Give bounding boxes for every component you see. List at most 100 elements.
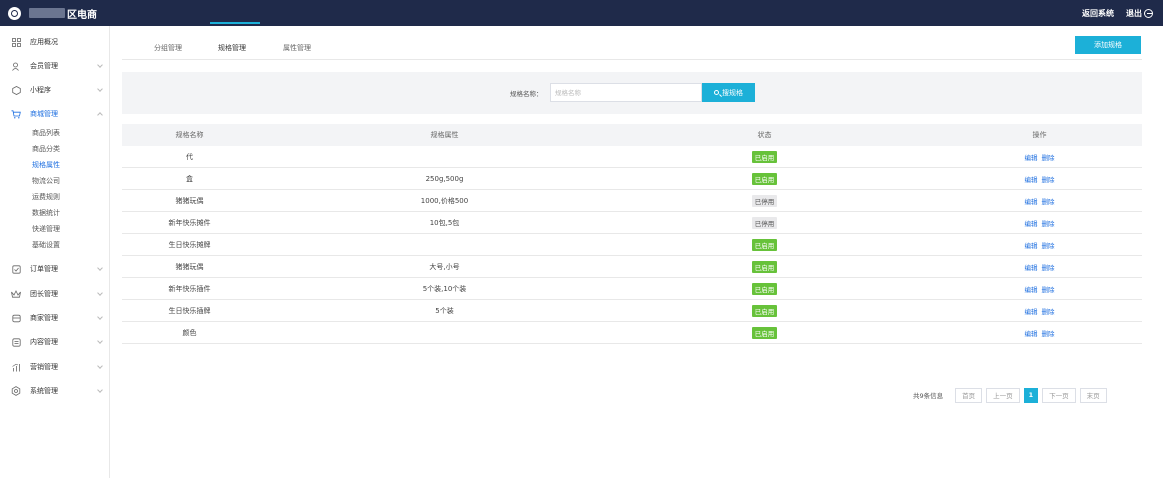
edit-link[interactable]: 编辑 bbox=[1025, 262, 1038, 272]
table-row: 新年快乐插件 5个装,10个装 已启用 编辑 删除 bbox=[122, 278, 1142, 300]
delete-link[interactable]: 删除 bbox=[1042, 240, 1055, 250]
search-button-label: 搜规格 bbox=[722, 88, 743, 97]
return-system-link[interactable]: 返回系统 bbox=[1082, 8, 1114, 19]
submenu-item[interactable]: 物流公司 bbox=[32, 176, 60, 186]
sidebar-item-marketing[interactable]: 营销管理 bbox=[0, 356, 110, 378]
actions-cell: 编辑 删除 bbox=[952, 190, 1127, 211]
status-cell: 已停用 bbox=[677, 212, 852, 233]
edit-link[interactable]: 编辑 bbox=[1025, 196, 1038, 206]
spec-name-cell: 新年快乐插件 bbox=[168, 284, 211, 293]
status-badge: 已启用 bbox=[751, 238, 778, 251]
table-row: 生日快乐插牌 5个装 已启用 编辑 删除 bbox=[122, 300, 1142, 322]
delete-link[interactable]: 删除 bbox=[1042, 196, 1055, 206]
delete-link[interactable]: 删除 bbox=[1042, 328, 1055, 338]
tab-spec-management[interactable]: 规格管理 bbox=[218, 43, 246, 53]
actions-cell: 编辑 删除 bbox=[952, 278, 1127, 299]
next-page-button[interactable]: 下一页 bbox=[1042, 387, 1076, 403]
first-page-button[interactable]: 首页 bbox=[955, 387, 983, 403]
submenu-item[interactable]: 商品分类 bbox=[32, 144, 60, 154]
submenu-item-active[interactable]: 规格属性 bbox=[32, 160, 60, 170]
table-row: 猪猪玩偶 1000,价格500 已停用 编辑 删除 bbox=[122, 190, 1142, 212]
total-count: 共9条信息 bbox=[913, 392, 944, 400]
brand-title: 区电商 bbox=[67, 9, 97, 21]
chevron-up-icon bbox=[97, 112, 103, 118]
search-icon bbox=[714, 90, 719, 95]
hexagon-icon bbox=[11, 85, 21, 95]
tab-group-management[interactable]: 分组管理 bbox=[154, 43, 182, 53]
column-header-name: 规格名称 bbox=[175, 131, 204, 139]
sidebar-item-mall[interactable]: 商城管理 bbox=[0, 103, 110, 125]
table-row: 猪猪玩偶 大号,小号 已启用 编辑 删除 bbox=[122, 256, 1142, 278]
sidebar-item-members[interactable]: 会员管理 bbox=[0, 55, 110, 77]
user-icon bbox=[11, 61, 21, 71]
prev-page-button[interactable]: 上一页 bbox=[986, 387, 1020, 403]
chevron-down-icon bbox=[97, 314, 103, 320]
submenu-item[interactable]: 数据统计 bbox=[32, 208, 60, 218]
last-page-button[interactable]: 末页 bbox=[1079, 387, 1107, 403]
crown-icon bbox=[11, 289, 21, 299]
delete-link[interactable]: 删除 bbox=[1042, 218, 1055, 228]
edit-link[interactable]: 编辑 bbox=[1025, 328, 1038, 338]
status-badge: 已启用 bbox=[751, 326, 778, 339]
actions-cell: 编辑 删除 bbox=[952, 234, 1127, 255]
sidebar-item-leaders[interactable]: 团长管理 bbox=[0, 283, 110, 305]
chevron-down-icon bbox=[97, 86, 103, 92]
sidebar-item-label: 小程序 bbox=[30, 86, 51, 94]
sidebar-item-system[interactable]: 系统管理 bbox=[0, 380, 110, 402]
tab-bar: 分组管理 规格管理 属性管理 bbox=[122, 36, 1142, 60]
sidebar-item-overview[interactable]: 应用概况 bbox=[0, 31, 110, 53]
chevron-down-icon bbox=[97, 62, 103, 68]
active-tab-indicator bbox=[210, 22, 260, 24]
spec-name-cell: 生日快乐摊牌 bbox=[168, 240, 211, 249]
edit-link[interactable]: 编辑 bbox=[1025, 152, 1038, 162]
spec-attr-cell: 1000,价格500 bbox=[420, 196, 469, 205]
status-badge: 已启用 bbox=[751, 304, 778, 317]
chevron-down-icon bbox=[97, 387, 103, 393]
sidebar-item-label: 订单管理 bbox=[30, 265, 58, 273]
sidebar-item-label: 团长管理 bbox=[30, 290, 58, 298]
logout-icon bbox=[1144, 8, 1153, 18]
delete-link[interactable]: 删除 bbox=[1042, 174, 1055, 184]
status-badge: 已启用 bbox=[751, 260, 778, 273]
delete-link[interactable]: 删除 bbox=[1042, 262, 1055, 272]
current-page[interactable]: 1 bbox=[1023, 387, 1039, 403]
status-cell: 已启用 bbox=[677, 234, 852, 255]
add-spec-button[interactable]: 添加规格 bbox=[1075, 36, 1141, 54]
spec-name-input[interactable] bbox=[550, 83, 702, 102]
edit-link[interactable]: 编辑 bbox=[1025, 174, 1038, 184]
search-button[interactable]: 搜规格 bbox=[702, 83, 755, 102]
delete-link[interactable]: 删除 bbox=[1042, 306, 1055, 316]
column-header-status: 状态 bbox=[757, 131, 772, 139]
spec-name-cell: 新年快乐摊件 bbox=[168, 218, 211, 227]
status-badge: 已停用 bbox=[751, 216, 778, 229]
table-row: 颜色 已启用 编辑 删除 bbox=[122, 322, 1142, 344]
status-cell: 已启用 bbox=[677, 168, 852, 189]
sidebar-item-content[interactable]: 内容管理 bbox=[0, 331, 110, 353]
sidebar-item-label: 内容管理 bbox=[30, 338, 58, 346]
submenu-item[interactable]: 商品列表 bbox=[32, 128, 60, 138]
table-row: 代 已启用 编辑 删除 bbox=[122, 146, 1142, 168]
edit-link[interactable]: 编辑 bbox=[1025, 218, 1038, 228]
submenu-item[interactable]: 快递管理 bbox=[32, 224, 60, 234]
delete-link[interactable]: 删除 bbox=[1042, 152, 1055, 162]
spec-name-cell: 颜色 bbox=[182, 328, 197, 337]
store-icon bbox=[11, 313, 21, 323]
delete-link[interactable]: 删除 bbox=[1042, 284, 1055, 294]
submenu-item[interactable]: 基础设置 bbox=[32, 240, 60, 250]
tab-attribute-management[interactable]: 属性管理 bbox=[283, 43, 311, 53]
edit-link[interactable]: 编辑 bbox=[1025, 240, 1038, 250]
sidebar-item-miniprogram[interactable]: 小程序 bbox=[0, 79, 110, 101]
spec-name-cell: 代 bbox=[186, 152, 193, 161]
sidebar-item-merchants[interactable]: 商家管理 bbox=[0, 307, 110, 329]
status-badge: 已启用 bbox=[751, 172, 778, 185]
sidebar-item-orders[interactable]: 订单管理 bbox=[0, 258, 110, 280]
edit-link[interactable]: 编辑 bbox=[1025, 284, 1038, 294]
cart-icon bbox=[11, 109, 21, 119]
pagination: 共9条信息 首页 上一页 1 下一页 末页 bbox=[913, 387, 1107, 403]
spec-name-cell: 猪猪玩偶 bbox=[175, 196, 204, 205]
status-cell: 已启用 bbox=[677, 322, 852, 343]
logout-button[interactable]: 退出 bbox=[1126, 8, 1153, 19]
spec-attr-cell: 5个装,10个装 bbox=[422, 284, 467, 293]
submenu-item[interactable]: 运费规则 bbox=[32, 192, 60, 202]
edit-link[interactable]: 编辑 bbox=[1025, 306, 1038, 316]
